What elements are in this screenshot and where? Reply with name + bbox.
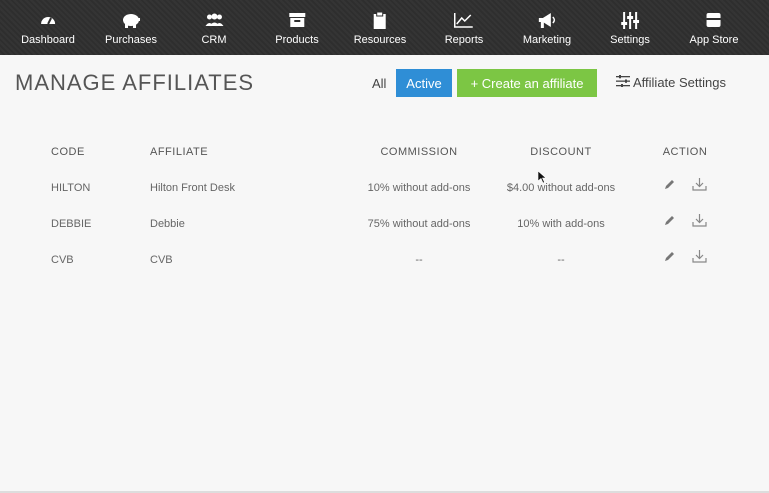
row-affiliate: Debbie [150, 218, 185, 230]
nav-reports[interactable]: Reports [444, 0, 484, 55]
edit-pencil-icon[interactable] [663, 214, 676, 232]
column-header-discount: DISCOUNT [530, 146, 592, 158]
nav-dashboard-label: Dashboard [21, 34, 75, 46]
piggy-bank-icon [121, 11, 141, 29]
affiliate-settings-link[interactable]: Affiliate Settings [616, 75, 726, 90]
nav-resources[interactable]: Resources [353, 0, 407, 55]
edit-pencil-icon[interactable] [663, 250, 676, 268]
nav-products-label: Products [275, 34, 319, 46]
box-icon [288, 11, 306, 29]
nav-app-store-label: App Store [689, 34, 739, 46]
nav-products[interactable]: Products [275, 0, 319, 55]
nav-reports-label: Reports [444, 34, 484, 46]
column-header-code: CODE [51, 146, 85, 158]
users-icon [204, 11, 224, 29]
nav-settings[interactable]: Settings [610, 0, 650, 55]
nav-marketing[interactable]: Marketing [523, 0, 571, 55]
mouse-cursor-icon [537, 170, 547, 189]
column-header-action: ACTION [662, 146, 708, 158]
nav-marketing-label: Marketing [522, 34, 572, 46]
store-icon [706, 11, 722, 29]
row-commission: 10% without add-ons [367, 182, 471, 194]
edit-pencil-icon[interactable] [663, 178, 676, 196]
sliders-icon [621, 11, 639, 29]
dashboard-icon [39, 11, 57, 29]
megaphone-icon [537, 11, 557, 29]
row-affiliate: Hilton Front Desk [150, 182, 235, 194]
filter-all-link[interactable]: All [372, 76, 386, 91]
row-code: DEBBIE [51, 218, 92, 230]
row-commission: -- [415, 254, 423, 266]
row-commission: 75% without add-ons [367, 218, 471, 230]
top-navigation: Dashboard Purchases CRM Products Resourc… [0, 0, 769, 55]
nav-purchases-label: Purchases [105, 34, 157, 46]
download-icon[interactable] [692, 249, 707, 268]
nav-purchases[interactable]: Purchases [105, 0, 157, 55]
nav-settings-label: Settings [610, 34, 650, 46]
download-icon[interactable] [692, 213, 707, 232]
sliders-icon [616, 75, 630, 90]
download-icon[interactable] [692, 177, 707, 196]
nav-crm[interactable]: CRM [201, 0, 227, 55]
nav-resources-label: Resources [353, 34, 407, 46]
row-discount: $4.00 without add-ons [506, 182, 616, 194]
filter-active-button[interactable]: Active [396, 69, 452, 97]
column-header-affiliate: AFFILIATE [150, 146, 209, 158]
row-discount: 10% with add-ons [517, 218, 605, 230]
row-code: HILTON [51, 182, 91, 194]
clipboard-icon [373, 11, 387, 29]
row-code: CVB [51, 254, 74, 266]
nav-crm-label: CRM [201, 34, 227, 46]
line-chart-icon [454, 11, 474, 29]
nav-dashboard[interactable]: Dashboard [21, 0, 75, 55]
row-affiliate: CVB [150, 254, 173, 266]
page-title: MANAGE AFFILIATES [15, 70, 255, 95]
nav-app-store[interactable]: App Store [689, 0, 739, 55]
column-header-commission: COMMISSION [380, 146, 458, 158]
affiliate-settings-label: Affiliate Settings [633, 75, 726, 90]
row-discount: -- [557, 254, 565, 266]
create-affiliate-button[interactable]: + Create an affiliate [457, 69, 597, 97]
